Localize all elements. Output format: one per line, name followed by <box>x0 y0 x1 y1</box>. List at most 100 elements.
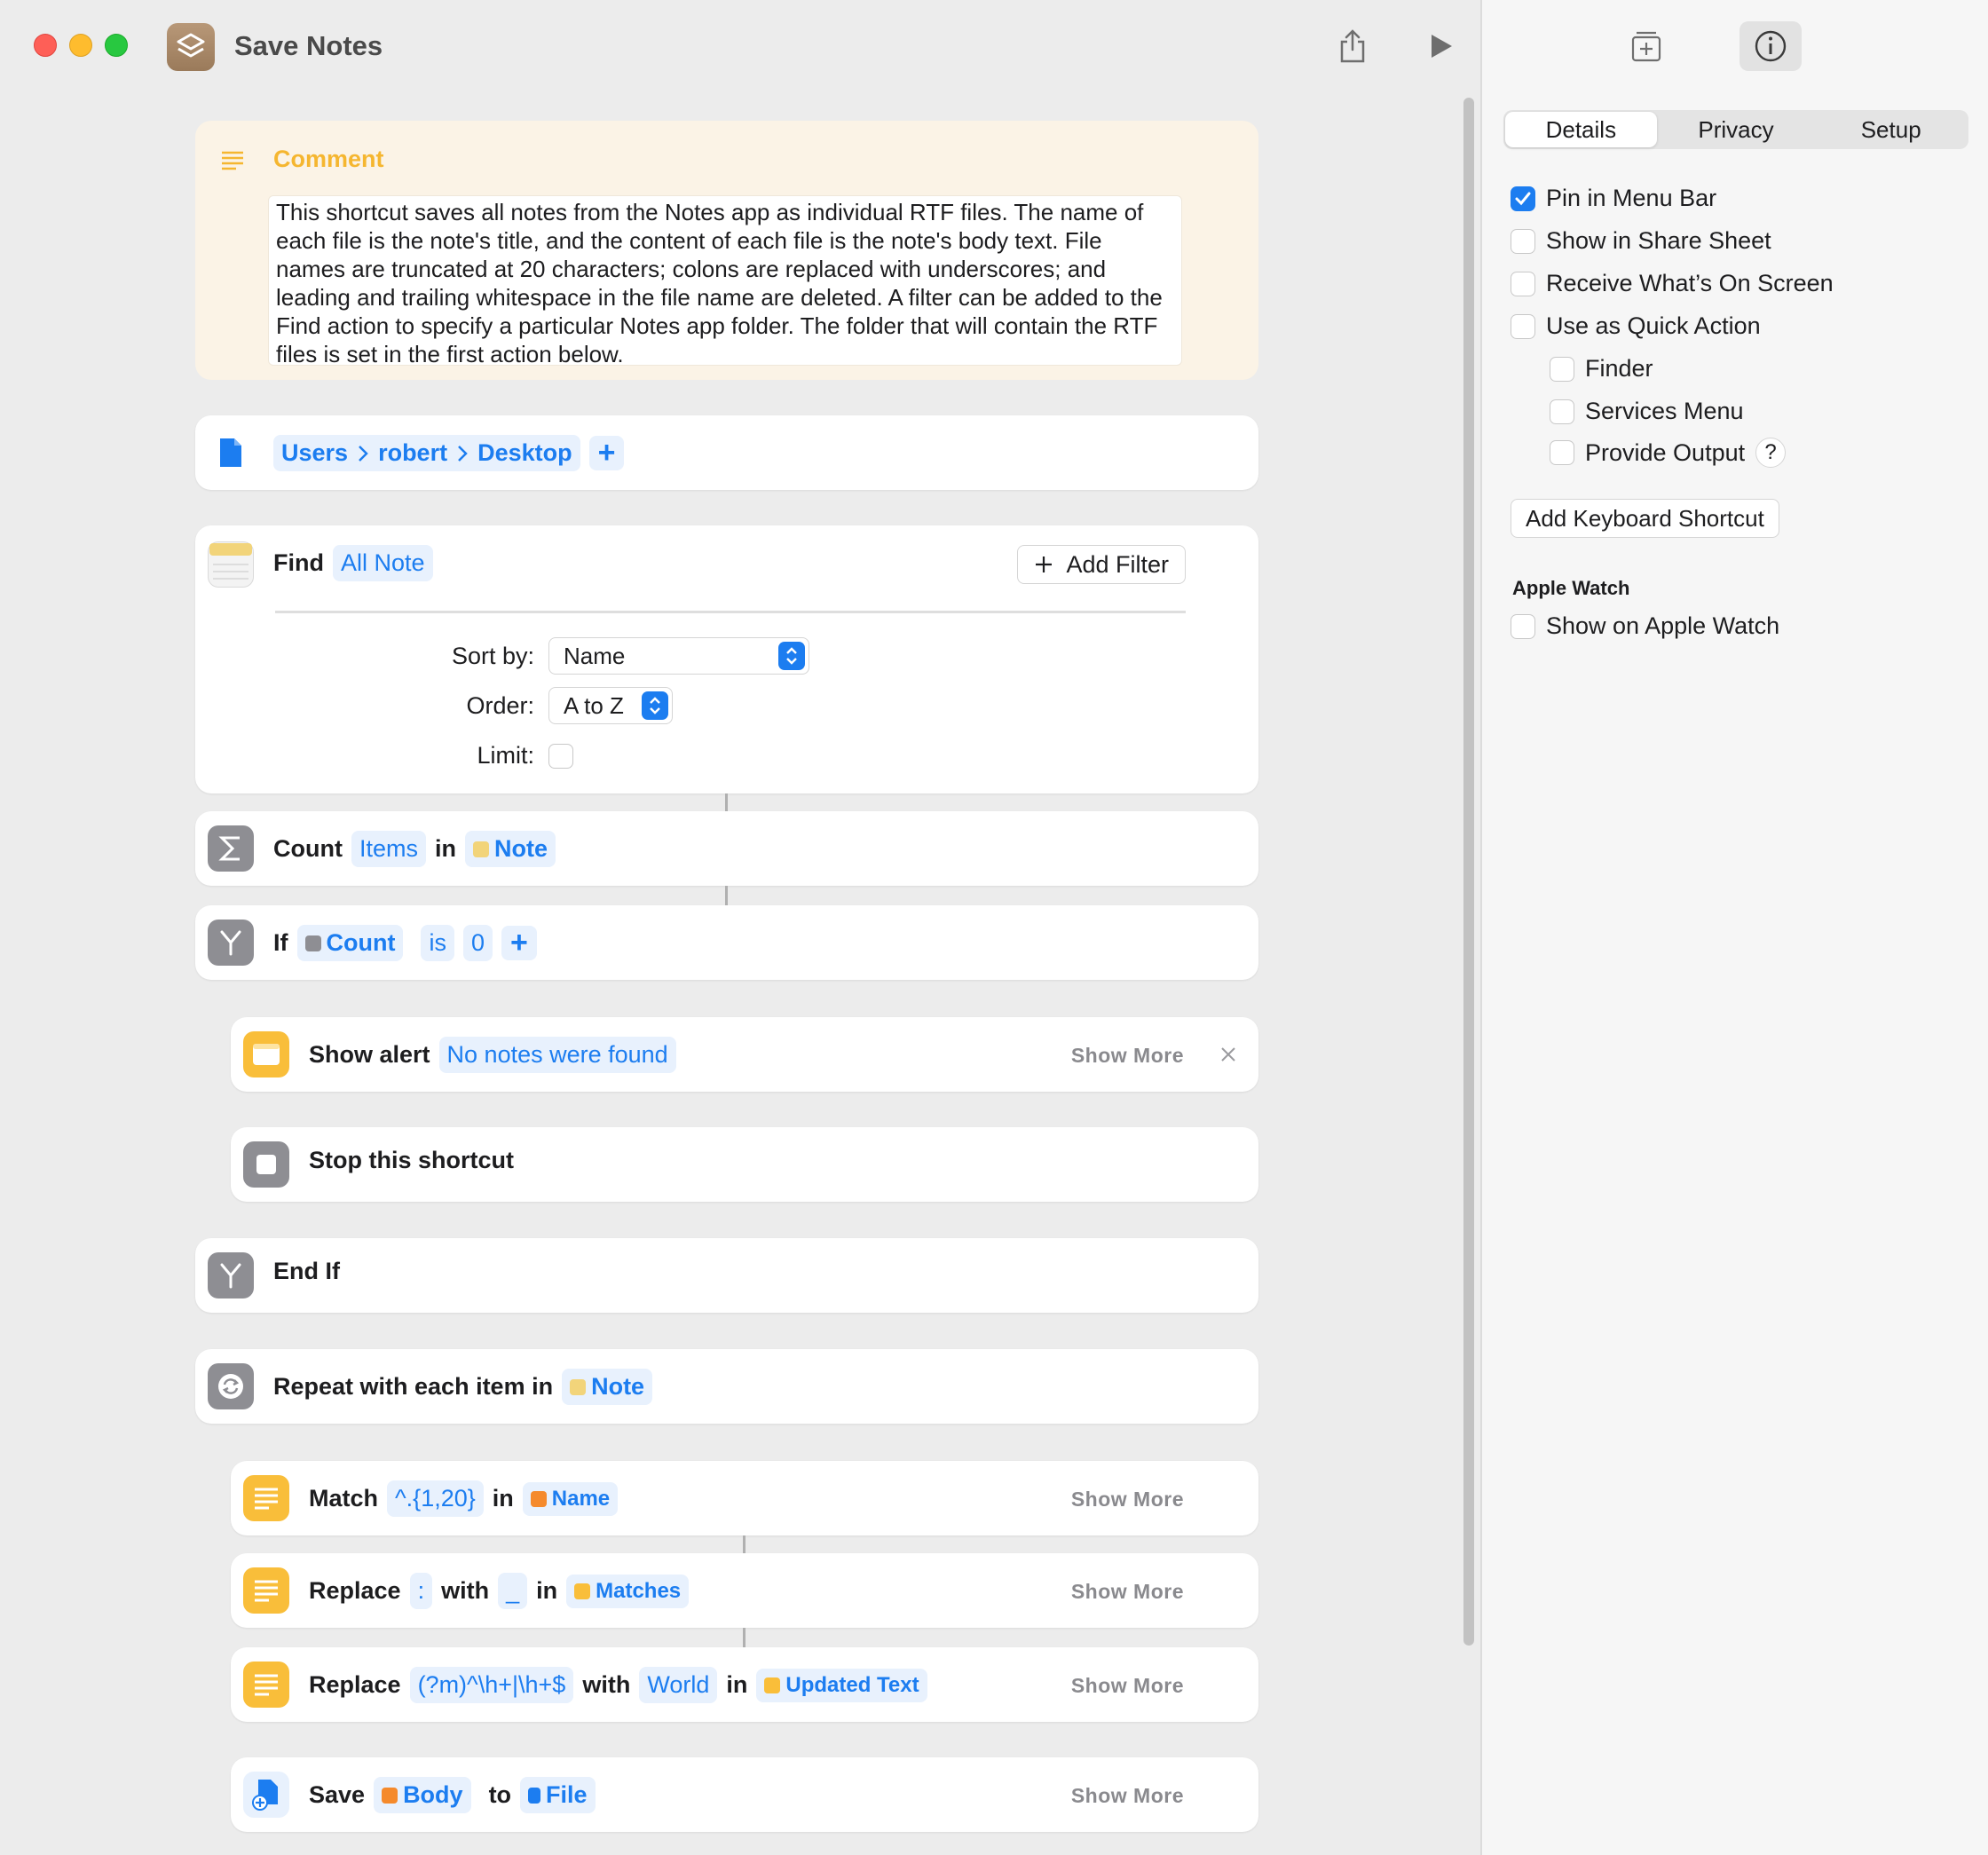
stop-shortcut-action[interactable]: Stop this shortcut <box>231 1127 1258 1202</box>
library-button[interactable] <box>1615 21 1677 71</box>
option-provide-output[interactable]: Provide Output ? <box>1550 438 1787 468</box>
notes-mini-icon <box>472 841 489 857</box>
option-on-screen[interactable]: Receive What’s On Screen <box>1511 270 1834 297</box>
count-keyword: Count <box>273 835 343 862</box>
replace1-with-label: with <box>441 1577 490 1604</box>
replace2-keyword: Replace <box>309 1671 401 1698</box>
add-filter-button[interactable]: Add Filter <box>1017 545 1186 584</box>
order-popup[interactable]: A to Z <box>548 687 673 724</box>
scrollbar-thumb[interactable] <box>1463 98 1474 1646</box>
end-if-action[interactable]: End If <box>195 1238 1258 1313</box>
on-screen-label: Receive What’s On Screen <box>1546 270 1834 296</box>
checkmark-icon <box>1515 192 1531 205</box>
provide-output-checkbox[interactable] <box>1550 440 1574 465</box>
replace1-source-label: Matches <box>596 1578 682 1603</box>
match-in-label: in <box>492 1485 514 1512</box>
comment-label: Comment <box>273 146 384 172</box>
share-button[interactable] <box>1329 25 1376 67</box>
provide-output-label: Provide Output <box>1585 438 1746 466</box>
match-text-action[interactable]: Match ^.{1,20} in Name Show More <box>231 1461 1258 1535</box>
alert-show-more[interactable]: Show More <box>1071 1044 1184 1068</box>
close-window-button[interactable] <box>34 34 57 57</box>
close-icon[interactable] <box>1219 1046 1237 1063</box>
help-button[interactable]: ? <box>1755 438 1787 468</box>
save-var-token[interactable]: Body <box>374 1777 471 1813</box>
count-action[interactable]: Count Items in Note <box>195 811 1258 886</box>
finder-checkbox[interactable] <box>1550 356 1574 382</box>
comment-text-field[interactable]: This shortcut saves all notes from the N… <box>268 195 1182 366</box>
match-pattern-token[interactable]: ^.{1,20} <box>387 1480 484 1517</box>
comment-action[interactable]: Comment This shortcut saves all notes fr… <box>195 121 1258 380</box>
quick-action-checkbox[interactable] <box>1511 313 1535 339</box>
inspector-tabs: Details Privacy Setup <box>1503 110 1968 149</box>
maximize-window-button[interactable] <box>105 34 128 57</box>
option-quick-action[interactable]: Use as Quick Action <box>1511 312 1761 340</box>
if-add-condition-button[interactable]: + <box>501 926 537 960</box>
repeat-each-action[interactable]: Repeat with each item in Note <box>195 1349 1258 1424</box>
shortcuts-app-icon <box>167 23 215 71</box>
count-in-label: in <box>434 835 456 862</box>
file-mini-icon <box>528 1787 541 1804</box>
add-path-button[interactable]: + <box>588 436 625 470</box>
info-button[interactable] <box>1740 21 1802 71</box>
option-apple-watch[interactable]: Show on Apple Watch <box>1511 612 1779 640</box>
option-services-menu[interactable]: Services Menu <box>1550 398 1744 425</box>
replace2-find-token[interactable]: (?m)^\h+|\h+$ <box>409 1667 574 1703</box>
show-alert-action[interactable]: Show alert No notes were found Show More <box>231 1017 1258 1092</box>
flow-connector <box>743 1628 746 1647</box>
find-target-token[interactable]: All Note <box>332 545 433 581</box>
run-button[interactable] <box>1418 25 1464 67</box>
if-var-token[interactable]: Count <box>296 925 404 961</box>
limit-checkbox[interactable] <box>548 744 573 769</box>
replace1-find-token[interactable]: : <box>409 1573 433 1609</box>
services-menu-checkbox[interactable] <box>1550 399 1574 424</box>
pin-menu-bar-checkbox[interactable] <box>1511 186 1535 211</box>
if-op-token[interactable]: is <box>421 925 454 961</box>
tab-details[interactable]: Details <box>1505 112 1657 147</box>
alert-window-icon <box>243 1031 289 1077</box>
option-finder[interactable]: Finder <box>1550 355 1653 383</box>
text-lines-icon <box>243 1567 289 1614</box>
save-show-more[interactable]: Show More <box>1071 1784 1184 1808</box>
option-pin-menu-bar[interactable]: Pin in Menu Bar <box>1511 185 1716 212</box>
if-value-token[interactable]: 0 <box>462 925 493 961</box>
if-action[interactable]: If Count is 0 + <box>195 905 1258 980</box>
alert-message-token[interactable]: No notes were found <box>438 1037 676 1073</box>
save-file-action[interactable]: Save Body to File Show More <box>231 1757 1258 1832</box>
replace1-source-token[interactable]: Matches <box>566 1574 690 1608</box>
find-notes-action[interactable]: Find All Note Add Filter Sort by: Name O… <box>195 525 1258 793</box>
apple-watch-checkbox[interactable] <box>1511 613 1535 639</box>
match-show-more[interactable]: Show More <box>1071 1488 1184 1512</box>
minimize-window-button[interactable] <box>69 34 92 57</box>
replace-colon-action[interactable]: Replace : with _ in Matches Show More <box>231 1553 1258 1628</box>
replace2-source-token[interactable]: Updated Text <box>756 1668 927 1702</box>
replace1-show-more[interactable]: Show More <box>1071 1580 1184 1604</box>
match-source-token[interactable]: Name <box>522 1481 619 1516</box>
replace2-replacement-token[interactable]: World <box>639 1667 718 1703</box>
count-source-token[interactable]: Note <box>464 831 556 867</box>
notes-mini-icon <box>570 1378 587 1395</box>
apple-watch-label: Show on Apple Watch <box>1546 612 1780 639</box>
if-keyword: If <box>273 929 288 956</box>
folder-action[interactable]: Users robert Desktop + <box>195 415 1258 490</box>
replace1-replacement-token[interactable]: _ <box>498 1573 528 1609</box>
match-keyword: Match <box>309 1485 379 1512</box>
text-lines-icon <box>243 1475 289 1521</box>
path-token[interactable]: Users robert Desktop <box>273 435 580 471</box>
details-inspector: Details Privacy Setup Pin in Menu Bar Sh… <box>1480 0 1988 1855</box>
comment-lines-icon <box>222 151 243 170</box>
save-dest-token[interactable]: File <box>520 1777 596 1813</box>
tab-privacy[interactable]: Privacy <box>1661 112 1812 147</box>
repeat-source-token[interactable]: Note <box>562 1369 653 1405</box>
on-screen-checkbox[interactable] <box>1511 271 1535 296</box>
count-items-token[interactable]: Items <box>351 831 426 867</box>
option-share-sheet[interactable]: Show in Share Sheet <box>1511 227 1771 255</box>
alert-keyword: Show alert <box>309 1041 430 1068</box>
sort-by-popup[interactable]: Name <box>548 637 809 675</box>
replace2-show-more[interactable]: Show More <box>1071 1674 1184 1698</box>
add-keyboard-shortcut-button[interactable]: Add Keyboard Shortcut <box>1511 499 1779 538</box>
tab-setup[interactable]: Setup <box>1815 112 1967 147</box>
quick-action-label: Use as Quick Action <box>1546 312 1761 339</box>
share-sheet-checkbox[interactable] <box>1511 228 1535 254</box>
replace-whitespace-action[interactable]: Replace (?m)^\h+|\h+$ with World in Upda… <box>231 1647 1258 1722</box>
